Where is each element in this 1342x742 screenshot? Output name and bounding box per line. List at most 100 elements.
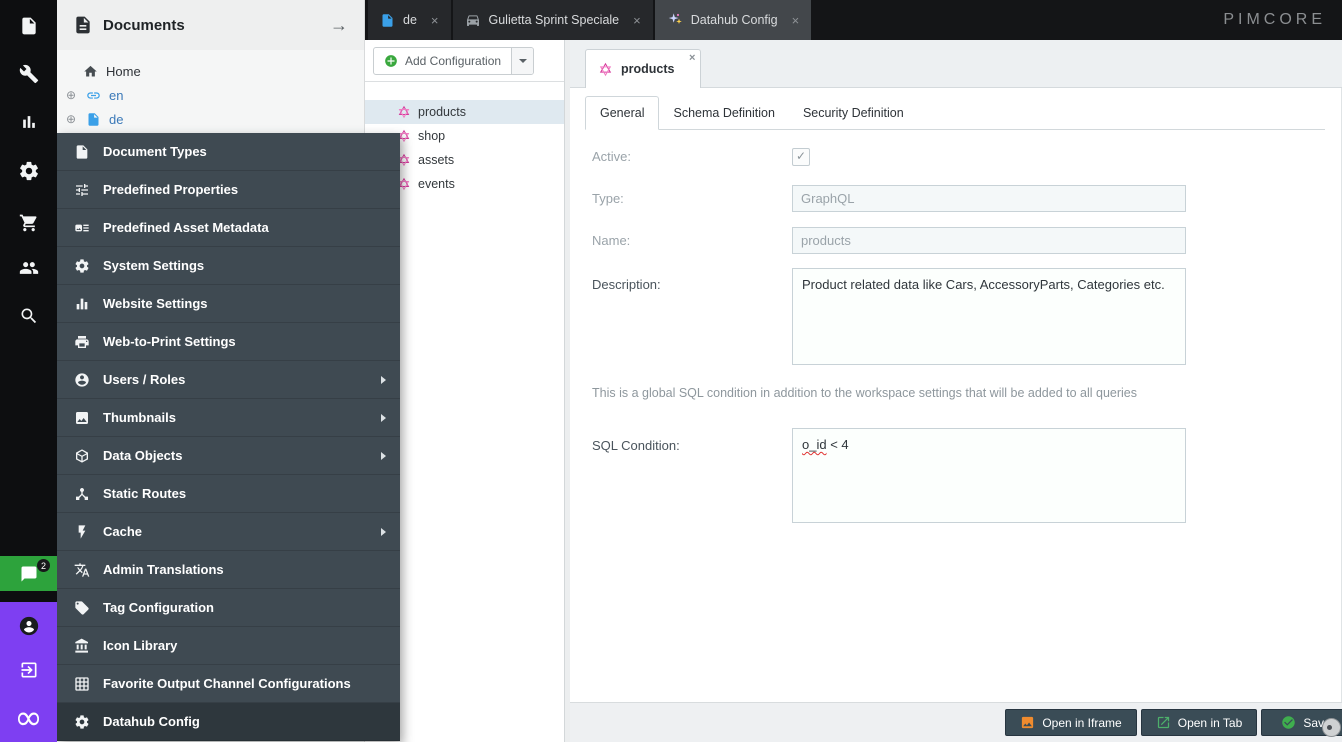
tree-item-en[interactable]: en bbox=[57, 83, 364, 107]
tree-item-de[interactable]: de bbox=[57, 107, 364, 131]
settings-item-predefined-properties[interactable]: Predefined Properties bbox=[57, 171, 400, 209]
link-icon bbox=[86, 88, 101, 103]
chevron-down-icon bbox=[519, 59, 527, 63]
wrench-icon[interactable] bbox=[0, 53, 57, 95]
logout-icon[interactable] bbox=[0, 650, 57, 690]
close-icon[interactable] bbox=[792, 14, 800, 27]
tree-item-label: Home bbox=[106, 64, 141, 79]
settings-item-web-to-print[interactable]: Web-to-Print Settings bbox=[57, 323, 400, 361]
documents-panel-header: Documents bbox=[57, 0, 364, 50]
close-icon[interactable] bbox=[689, 53, 695, 64]
footer-toolbar: Open in Iframe Open in Tab Save bbox=[570, 702, 1342, 742]
panel-splitter[interactable] bbox=[565, 40, 570, 742]
tree-item-home[interactable]: Home bbox=[57, 59, 364, 83]
active-checkbox[interactable] bbox=[792, 148, 810, 166]
car-icon bbox=[465, 12, 481, 28]
expand-icon[interactable] bbox=[66, 113, 81, 125]
submenu-arrow-icon bbox=[381, 528, 386, 536]
top-tab-label: Datahub Config bbox=[691, 13, 778, 27]
type-label: Type: bbox=[592, 191, 782, 206]
tab-general[interactable]: General bbox=[585, 96, 659, 130]
iframe-image-icon bbox=[1020, 715, 1035, 730]
settings-item-document-types[interactable]: Document Types bbox=[57, 133, 400, 171]
description-textarea[interactable]: Product related data like Cars, Accessor… bbox=[792, 268, 1186, 365]
settings-item-tag-configuration[interactable]: Tag Configuration bbox=[57, 589, 400, 627]
datahub-toolbar: Add Configuration bbox=[365, 40, 564, 82]
user-avatar-icon[interactable] bbox=[0, 606, 57, 646]
settings-item-system-settings[interactable]: System Settings bbox=[57, 247, 400, 285]
submenu-arrow-icon bbox=[381, 376, 386, 384]
datahub-item-label: assets bbox=[418, 153, 454, 167]
cube-icon bbox=[74, 448, 90, 464]
tree-item-label: en bbox=[109, 88, 123, 103]
datahub-item-label: products bbox=[418, 105, 466, 119]
tag-icon bbox=[74, 600, 90, 616]
expand-icon[interactable] bbox=[66, 89, 81, 101]
name-input bbox=[792, 227, 1186, 254]
tab-schema-definition[interactable]: Schema Definition bbox=[659, 96, 788, 129]
main-content: products General Schema Definition Secur… bbox=[570, 40, 1342, 742]
file-icon bbox=[74, 144, 90, 160]
sql-token: o_id bbox=[802, 437, 827, 452]
settings-item-favorite-output-channels[interactable]: Favorite Output Channel Configurations bbox=[57, 665, 400, 703]
settings-item-cache[interactable]: Cache bbox=[57, 513, 400, 551]
settings-item-icon-library[interactable]: Icon Library bbox=[57, 627, 400, 665]
file-icon[interactable] bbox=[0, 5, 57, 47]
settings-item-website-settings[interactable]: Website Settings bbox=[57, 285, 400, 323]
people-icon[interactable] bbox=[0, 247, 57, 289]
tree-item-label: de bbox=[109, 112, 123, 127]
gear-icon bbox=[74, 258, 90, 274]
settings-item-data-objects[interactable]: Data Objects bbox=[57, 437, 400, 475]
top-tab-de[interactable]: de bbox=[368, 0, 451, 40]
settings-item-thumbnails[interactable]: Thumbnails bbox=[57, 399, 400, 437]
button-label: Open in Tab bbox=[1178, 716, 1243, 730]
media-card-icon bbox=[74, 220, 90, 236]
open-in-iframe-button[interactable]: Open in Iframe bbox=[1005, 709, 1137, 736]
top-tab-label: Gulietta Sprint Speciale bbox=[489, 13, 620, 27]
tab-security-definition[interactable]: Security Definition bbox=[789, 96, 918, 129]
datahub-item-products[interactable]: products bbox=[365, 100, 564, 124]
datahub-item-label: shop bbox=[418, 129, 445, 143]
gear-hub-icon bbox=[74, 714, 90, 730]
pimcore-infinity-logo[interactable] bbox=[0, 698, 57, 738]
lightning-icon bbox=[74, 524, 90, 540]
collapse-arrow-icon[interactable] bbox=[330, 16, 348, 34]
document-outline-icon bbox=[73, 15, 93, 35]
grid-icon bbox=[74, 676, 90, 692]
description-label: Description: bbox=[592, 277, 782, 292]
settings-item-users-roles[interactable]: Users / Roles bbox=[57, 361, 400, 399]
tab-products[interactable]: products bbox=[585, 49, 701, 88]
cart-icon[interactable] bbox=[0, 202, 57, 244]
datahub-sparkle-icon bbox=[667, 12, 683, 28]
gear-icon[interactable] bbox=[0, 150, 57, 192]
top-tab-gulietta[interactable]: Gulietta Sprint Speciale bbox=[453, 0, 653, 40]
submenu-arrow-icon bbox=[381, 452, 386, 460]
sql-condition-label: SQL Condition: bbox=[592, 438, 782, 453]
subtab-bar: General Schema Definition Security Defin… bbox=[585, 96, 1325, 130]
documents-tree: Home en de bbox=[57, 50, 364, 131]
translate-icon bbox=[74, 562, 90, 578]
close-icon[interactable] bbox=[431, 14, 439, 27]
settings-item-static-routes[interactable]: Static Routes bbox=[57, 475, 400, 513]
check-circle-icon bbox=[1281, 715, 1296, 730]
sidebar-account-section bbox=[0, 602, 57, 742]
add-configuration-button[interactable]: Add Configuration bbox=[374, 48, 511, 74]
sql-condition-editor[interactable]: o_id < 4 bbox=[792, 428, 1186, 523]
close-icon[interactable] bbox=[633, 14, 641, 27]
icon-sidebar: 2 bbox=[0, 0, 57, 742]
notification-badge: 2 bbox=[37, 559, 50, 572]
chat-icon bbox=[20, 565, 38, 583]
add-configuration-dropdown[interactable] bbox=[511, 48, 533, 74]
settings-item-datahub-config[interactable]: Datahub Config bbox=[57, 703, 400, 741]
sql-condition-note: This is a global SQL condition in additi… bbox=[592, 386, 1311, 400]
settings-item-predefined-asset-metadata[interactable]: Predefined Asset Metadata bbox=[57, 209, 400, 247]
bar-chart-icon[interactable] bbox=[0, 101, 57, 143]
top-tab-datahub-config[interactable]: Datahub Config bbox=[655, 0, 811, 40]
search-icon[interactable] bbox=[0, 295, 57, 337]
name-label: Name: bbox=[592, 233, 782, 248]
notifications-button[interactable]: 2 bbox=[0, 556, 57, 591]
top-tab-bar: de Gulietta Sprint Speciale Datahub Conf… bbox=[368, 0, 811, 40]
settings-item-admin-translations[interactable]: Admin Translations bbox=[57, 551, 400, 589]
datahub-hexagram-icon bbox=[397, 105, 411, 119]
open-in-tab-button[interactable]: Open in Tab bbox=[1141, 709, 1257, 736]
